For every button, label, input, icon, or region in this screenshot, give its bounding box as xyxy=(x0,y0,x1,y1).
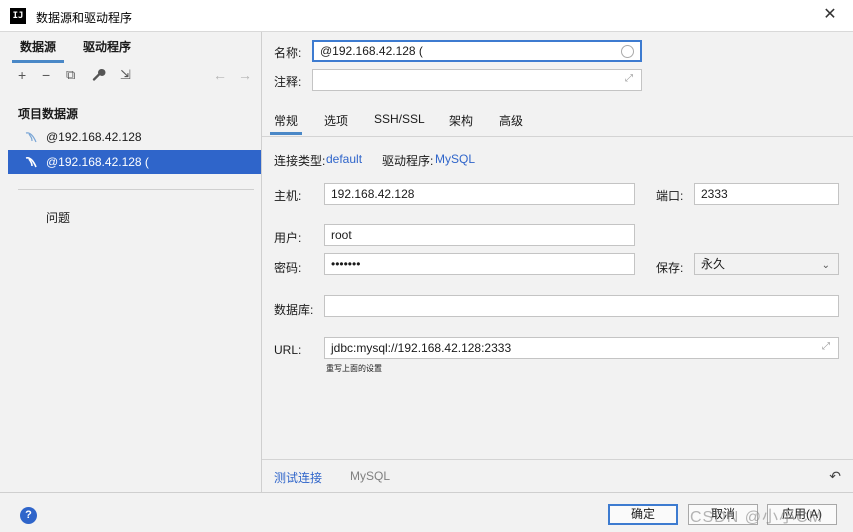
url-override-hint: 重写上面的设置 xyxy=(326,364,382,373)
name-field[interactable]: @192.168.42.128 ( xyxy=(312,40,642,62)
tab-general[interactable]: 常规 xyxy=(269,112,303,135)
left-toolbar: + − ⧉ ⇲ ← → xyxy=(8,65,262,87)
settings-tabs: 常规 选项 SSH/SSL 架构 高级 xyxy=(262,112,853,136)
password-field[interactable]: ••••••• xyxy=(324,253,635,275)
user-value: root xyxy=(331,228,352,242)
wrench-icon[interactable] xyxy=(92,65,106,85)
url-value: jdbc:mysql://192.168.42.128:2333 xyxy=(331,341,512,355)
ok-button[interactable]: 确定 xyxy=(608,504,678,525)
mysql-dolphin-icon xyxy=(25,157,37,168)
left-panel: 数据源 驱动程序 + − ⧉ ⇲ ← → 项目数据源 @192.168.42.1… xyxy=(8,32,262,492)
driver-label: 驱动程序: xyxy=(382,154,434,168)
apply-button[interactable]: 应用(A) xyxy=(767,504,837,525)
mysql-dolphin-icon xyxy=(25,132,37,143)
intellij-app-icon: IJ xyxy=(10,8,26,24)
tab-options[interactable]: 选项 xyxy=(324,112,348,129)
import-icon[interactable]: ⇲ xyxy=(120,65,131,85)
port-value: 2333 xyxy=(701,187,728,201)
data-source-label: @192.168.42.128 xyxy=(46,130,142,144)
password-label: 密码: xyxy=(274,261,302,275)
divider xyxy=(18,189,254,190)
tab-advanced[interactable]: 高级 xyxy=(499,112,523,129)
name-label: 名称: xyxy=(274,46,302,60)
back-arrow-icon[interactable]: ← xyxy=(213,65,227,85)
data-source-item-selected[interactable]: @192.168.42.128 ( xyxy=(8,150,261,174)
host-label: 主机: xyxy=(274,189,302,203)
remove-icon[interactable]: − xyxy=(42,65,50,85)
expand-icon[interactable]: ⤢ xyxy=(822,342,832,352)
port-label: 端口: xyxy=(656,189,684,203)
project-data-sources-heading: 项目数据源 xyxy=(18,107,79,121)
tab-drivers[interactable]: 驱动程序 xyxy=(83,38,131,55)
right-panel: 名称: @192.168.42.128 ( 注释: ⤢ 常规 选项 SSH/SS… xyxy=(262,32,853,492)
tab-ssh-ssl[interactable]: SSH/SSL xyxy=(374,112,425,126)
user-label: 用户: xyxy=(274,231,302,245)
database-field[interactable] xyxy=(324,295,839,317)
help-icon[interactable]: ? xyxy=(20,507,37,524)
window-title: 数据源和驱动程序 xyxy=(36,11,133,25)
connection-type-label: 连接类型: xyxy=(274,154,326,168)
reset-icon[interactable]: ↶ xyxy=(829,468,841,485)
left-tabs: 数据源 驱动程序 xyxy=(8,32,262,63)
url-label: URL: xyxy=(274,343,302,357)
password-value: ••••••• xyxy=(331,257,361,271)
data-source-label: @192.168.42.128 ( xyxy=(46,155,149,169)
tab-schemas[interactable]: 架构 xyxy=(449,112,473,129)
cancel-button[interactable]: 取消 xyxy=(688,504,758,525)
database-label: 数据库: xyxy=(274,303,314,317)
dialog-footer: ? 确定 取消 应用(A) CSDN @小小CM xyxy=(0,492,853,532)
test-connection-link[interactable]: 测试连接 xyxy=(274,469,322,486)
forward-arrow-icon[interactable]: → xyxy=(238,65,252,85)
bottom-divider xyxy=(262,459,853,460)
host-value: 192.168.42.128 xyxy=(331,187,415,201)
status-circle-icon xyxy=(621,45,634,58)
user-field[interactable]: root xyxy=(324,224,635,246)
title-bar: IJ 数据源和驱动程序 ✕ xyxy=(0,0,853,32)
url-field[interactable]: jdbc:mysql://192.168.42.128:2333 ⤢ xyxy=(324,337,839,359)
comment-label: 注释: xyxy=(274,75,302,89)
host-field[interactable]: 192.168.42.128 xyxy=(324,183,635,205)
port-field[interactable]: 2333 xyxy=(694,183,839,205)
data-source-item[interactable]: @192.168.42.128 xyxy=(8,125,261,149)
save-value: 永久 xyxy=(701,257,726,271)
comment-field[interactable]: ⤢ xyxy=(312,69,642,91)
tab-data-sources[interactable]: 数据源 xyxy=(11,38,65,63)
problems-item[interactable]: 问题 xyxy=(46,209,70,226)
chevron-down-icon: ⌄ xyxy=(821,260,830,271)
copy-icon[interactable]: ⧉ xyxy=(66,65,75,85)
driver-link[interactable]: MySQL xyxy=(435,152,475,166)
expand-icon[interactable]: ⤢ xyxy=(625,74,635,84)
name-value: @192.168.42.128 ( xyxy=(320,44,423,58)
save-label: 保存: xyxy=(656,261,684,275)
connection-type-link[interactable]: default xyxy=(326,152,362,166)
close-icon[interactable]: ✕ xyxy=(821,6,839,24)
tabs-divider xyxy=(262,136,853,137)
add-icon[interactable]: + xyxy=(18,65,26,85)
save-select[interactable]: 永久 ⌄ xyxy=(694,253,839,275)
driver-name-label: MySQL xyxy=(350,469,391,483)
